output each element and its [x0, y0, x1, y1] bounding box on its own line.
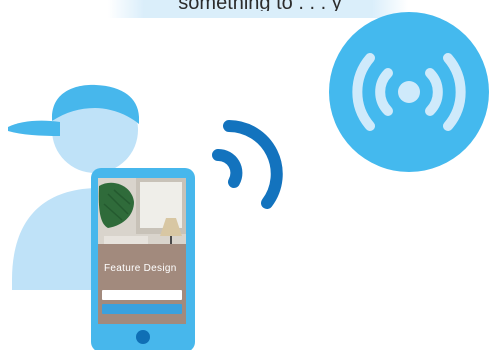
wifi-waves-icon [212, 120, 283, 209]
smartphone-icon [91, 168, 195, 350]
phone-home-button[interactable] [136, 330, 150, 344]
app-primary-button[interactable] [102, 290, 182, 300]
beacon-center [398, 81, 420, 103]
app-subtitle [105, 279, 187, 287]
illustration [8, 12, 489, 350]
wave-small [212, 149, 243, 188]
app-title: Feature Design [104, 263, 177, 274]
cap-brim [8, 120, 60, 136]
app-secondary-button[interactable] [102, 304, 182, 314]
person-body [12, 188, 95, 290]
broadcast-icon [329, 12, 489, 172]
